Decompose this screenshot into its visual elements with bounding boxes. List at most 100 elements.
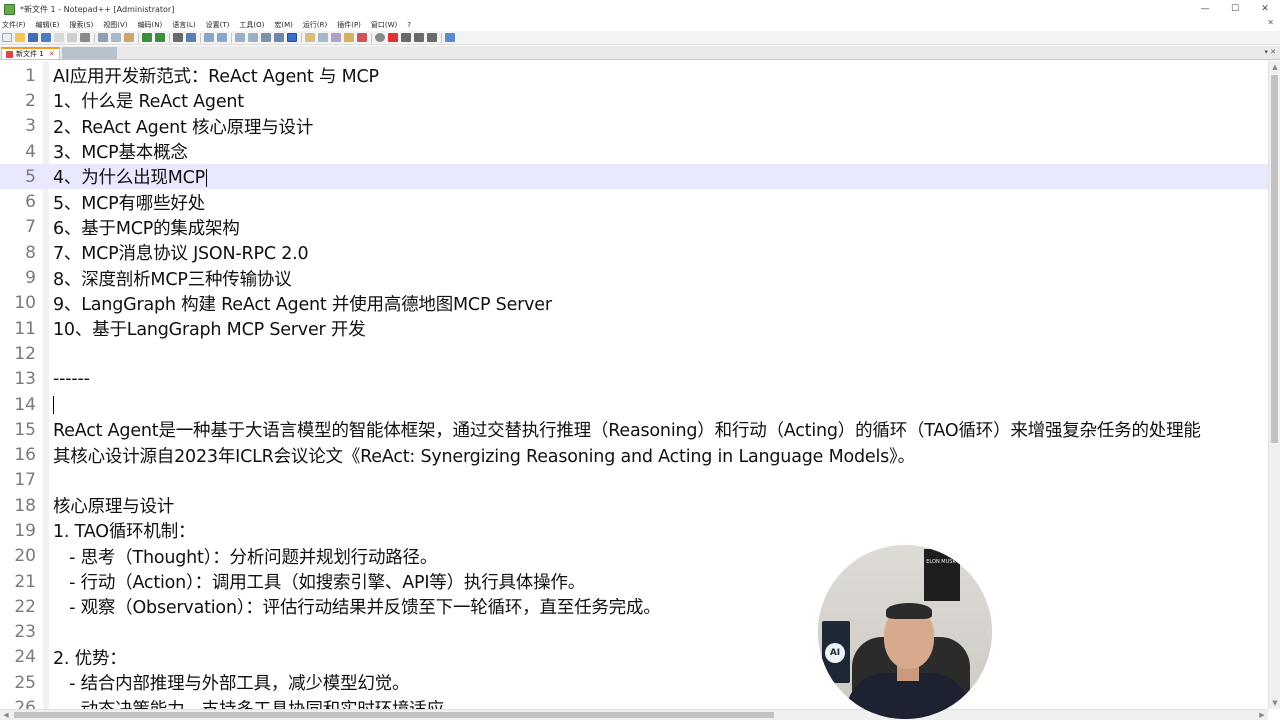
menu-macro[interactable]: 宏(M) [274, 20, 293, 30]
menu-tools[interactable]: 工具(O) [239, 20, 264, 30]
save-icon[interactable] [28, 33, 38, 42]
menu-search[interactable]: 搜索(S) [69, 20, 93, 30]
menu-plugins[interactable]: 插件(P) [337, 20, 361, 30]
editor-line[interactable]: 4 3、MCP基本概念 [0, 139, 1268, 164]
editor-line[interactable]: 11 10、基于LangGraph MCP Server 开发 [0, 316, 1268, 341]
scroll-right-icon[interactable]: ▶ [1256, 710, 1268, 721]
editor-line-current[interactable]: 5 4、为什么出现MCP [0, 164, 1268, 190]
stop-record-icon[interactable] [388, 33, 398, 42]
paste-icon[interactable] [124, 33, 134, 42]
indent-guide-icon[interactable] [287, 33, 297, 42]
scroll-down-icon[interactable]: ▼ [1269, 697, 1280, 709]
zoom-out-icon[interactable] [217, 33, 227, 42]
scroll-up-icon[interactable]: ▲ [1269, 61, 1280, 73]
menu-file[interactable]: 文件(F) [2, 20, 26, 30]
run-macro-multiple-icon[interactable] [414, 33, 424, 42]
show-all-chars-icon[interactable] [274, 33, 284, 42]
editor-line[interactable]: 2 1、什么是 ReAct Agent [0, 88, 1268, 113]
cut-icon[interactable] [98, 33, 108, 42]
open-file-icon[interactable] [15, 33, 25, 42]
editor-line[interactable]: 17 [0, 468, 1268, 493]
editor-line[interactable]: 19 1. TAO循环机制： [0, 518, 1268, 543]
close-all-icon[interactable] [67, 33, 77, 42]
editor-line[interactable]: 9 8、深度剖析MCP三种传输协议 [0, 265, 1268, 290]
editor-line[interactable]: 18 核心原理与设计 [0, 493, 1268, 518]
find-icon[interactable] [173, 33, 183, 42]
tab-close-icon[interactable]: ✕ [49, 50, 55, 58]
folder-workspace-icon[interactable] [344, 33, 354, 42]
menu-encoding[interactable]: 编码(N) [138, 20, 163, 30]
save-macro-icon[interactable] [427, 33, 437, 42]
line-text: - 动态决策能力，支持多工具协同和实时环境适应 [53, 696, 444, 709]
editor-line[interactable]: 22 - 观察（Observation）：评估行动结果并反馈至下一轮循环，直至任… [0, 594, 1268, 619]
editor-line[interactable]: 26 - 动态决策能力，支持多工具协同和实时环境适应 [0, 695, 1268, 709]
tab-label: 新文件 1 [16, 50, 44, 58]
user-language-icon[interactable] [305, 33, 315, 42]
menu-run[interactable]: 运行(R) [303, 20, 327, 30]
horizontal-scroll-thumb[interactable] [14, 712, 774, 718]
minimize-button[interactable]: — [1190, 0, 1220, 18]
undo-icon[interactable] [142, 33, 152, 42]
word-wrap-icon[interactable] [261, 33, 271, 42]
close-window-button[interactable]: ✕ [1250, 0, 1280, 18]
tab-new-file-1[interactable]: 新文件 1 ✕ [1, 47, 60, 59]
editor-line[interactable]: 24 2. 优势： [0, 645, 1268, 670]
redo-icon[interactable] [155, 33, 165, 42]
editor-line[interactable]: 1 AI应用开发新范式：ReAct Agent 与 MCP [0, 63, 1268, 88]
scroll-left-icon[interactable]: ◀ [0, 710, 12, 721]
spell-check-icon[interactable] [445, 33, 455, 42]
menu-window[interactable]: 窗口(W) [371, 20, 397, 30]
playback-macro-icon[interactable] [401, 33, 411, 42]
menu-help[interactable]: ? [407, 21, 411, 29]
editor-line[interactable]: 20 - 思考（Thought）：分析问题并规划行动路径。 [0, 544, 1268, 569]
line-text: 5、MCP有哪些好处 [53, 193, 206, 214]
monitoring-icon[interactable] [357, 33, 367, 42]
save-all-icon[interactable] [41, 33, 51, 42]
menu-language[interactable]: 语言(L) [172, 20, 195, 30]
maximize-button[interactable]: ☐ [1220, 0, 1250, 18]
window-controls: — ☐ ✕ [1190, 0, 1280, 18]
line-text: AI应用开发新范式：ReAct Agent 与 MCP [53, 67, 379, 88]
tab-other-file[interactable] [61, 47, 117, 59]
editor-line[interactable]: 10 9、LangGraph 构建 ReAct Agent 并使用高德地图MCP … [0, 291, 1268, 316]
editor-line[interactable]: 23 [0, 620, 1268, 645]
editor-line[interactable]: 15 ReAct Agent是一种基于大语言模型的智能体框架，通过交替执行推理（R… [0, 417, 1268, 442]
record-macro-icon[interactable] [375, 33, 385, 42]
menu-settings[interactable]: 设置(T) [206, 20, 230, 30]
menu-edit[interactable]: 编辑(E) [36, 20, 60, 30]
replace-icon[interactable] [186, 33, 196, 42]
editor-line[interactable]: 12 [0, 341, 1268, 366]
menu-view[interactable]: 视图(V) [103, 20, 127, 30]
editor-line[interactable]: 13 ------ [0, 367, 1268, 392]
copy-icon[interactable] [111, 33, 121, 42]
editor-line[interactable]: 8 7、MCP消息协议 JSON-RPC 2.0 [0, 240, 1268, 265]
sync-horizontal-icon[interactable] [248, 33, 258, 42]
line-number: 7 [25, 217, 36, 238]
unsaved-file-icon [6, 50, 13, 58]
sync-vertical-icon[interactable] [235, 33, 245, 42]
editor-line[interactable]: 14 [0, 392, 1268, 417]
print-icon[interactable] [80, 33, 90, 42]
close-document-icon[interactable]: ✕ [1267, 18, 1274, 27]
line-number: 14 [14, 394, 36, 415]
editor-line[interactable]: 6 5、MCP有哪些好处 [0, 189, 1268, 214]
line-text: 6、基于MCP的集成架构 [53, 218, 240, 239]
editor-line[interactable]: 7 6、基于MCP的集成架构 [0, 215, 1268, 240]
toolbar-separator [94, 32, 95, 43]
editor-area[interactable]: 1 AI应用开发新范式：ReAct Agent 与 MCP 2 1、什么是 ReAc… [0, 61, 1268, 709]
close-file-icon[interactable] [54, 33, 64, 42]
document-map-icon[interactable] [318, 33, 328, 42]
zoom-in-icon[interactable] [204, 33, 214, 42]
line-number: 23 [14, 622, 36, 643]
bookshelf-book [924, 549, 960, 601]
editor-line[interactable]: 16 其核心设计源自2023年ICLR会议论文《ReAct: Synergizin… [0, 442, 1268, 467]
function-list-icon[interactable] [331, 33, 341, 42]
vertical-scrollbar[interactable]: ▲ ▼ [1268, 61, 1280, 709]
tab-overflow-controls[interactable]: ▾ ✕ [1264, 48, 1276, 56]
vertical-scroll-thumb[interactable] [1271, 75, 1278, 443]
horizontal-scrollbar[interactable]: ◀ ▶ [0, 709, 1268, 720]
editor-line[interactable]: 25 - 结合内部推理与外部工具，减少模型幻觉。 [0, 670, 1268, 695]
editor-line[interactable]: 3 2、ReAct Agent 核心原理与设计 [0, 114, 1268, 139]
new-file-icon[interactable] [2, 33, 12, 42]
editor-line[interactable]: 21 - 行动（Action）：调用工具（如搜索引擎、API等）执行具体操作。 [0, 569, 1268, 594]
